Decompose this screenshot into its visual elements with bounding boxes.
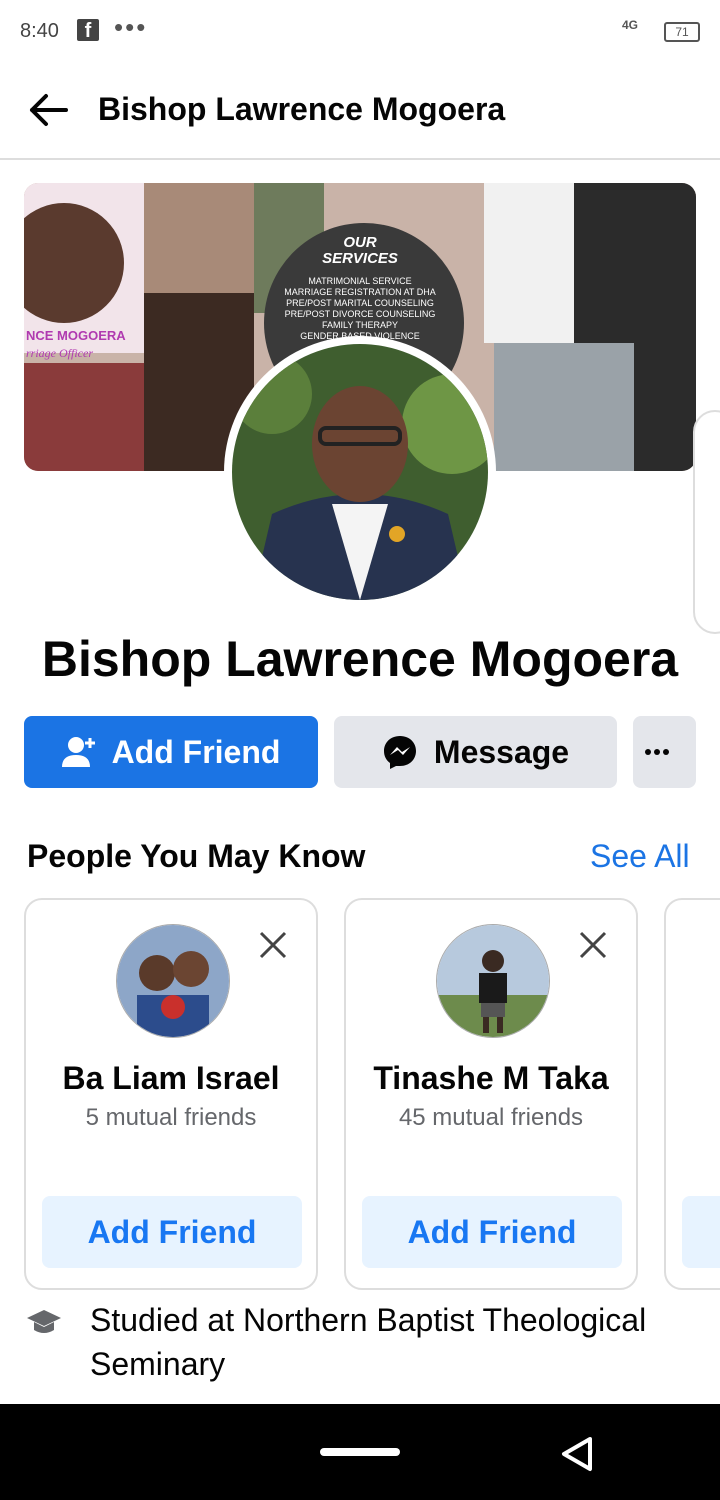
more-notifications-icon: ••• bbox=[114, 12, 148, 42]
home-gesture-bar[interactable] bbox=[320, 1448, 400, 1456]
profile-avatar[interactable] bbox=[224, 336, 496, 608]
battery-indicator: 71 bbox=[664, 22, 700, 42]
suggestion-card-partial[interactable] bbox=[664, 898, 720, 1290]
suggestion-card[interactable]: Tinashe M Taka 45 mutual friends Add Fri… bbox=[344, 898, 638, 1290]
status-bar: 8:40 f ••• 4G 71 bbox=[0, 0, 720, 64]
svg-text:MARRIAGE REGISTRATION AT DHA: MARRIAGE REGISTRATION AT DHA bbox=[284, 287, 436, 297]
back-triangle-icon[interactable] bbox=[560, 1436, 594, 1472]
suggestion-name[interactable]: Ba Liam Israel bbox=[26, 1060, 316, 1097]
people-you-may-know-title: People You May Know bbox=[27, 838, 366, 874]
facebook-icon: f bbox=[77, 19, 99, 42]
svg-text:PRE/POST MARITAL COUNSELING: PRE/POST MARITAL COUNSELING bbox=[286, 298, 434, 308]
graduation-cap-icon bbox=[27, 1310, 61, 1333]
close-icon[interactable] bbox=[256, 928, 290, 962]
suggestion-name[interactable]: Tinashe M Taka bbox=[346, 1060, 636, 1097]
suggestion-add-friend-button[interactable]: Add Friend bbox=[42, 1196, 302, 1268]
svg-text:NCE MOGOERA: NCE MOGOERA bbox=[26, 328, 126, 343]
side-scroll-handle[interactable] bbox=[693, 410, 720, 634]
suggestion-avatar[interactable] bbox=[436, 924, 550, 1038]
svg-text:FAMILY THERAPY: FAMILY THERAPY bbox=[322, 320, 398, 330]
suggestion-card[interactable]: Ba Liam Israel 5 mutual friends Add Frie… bbox=[24, 898, 318, 1290]
education-info: Studied at Northern Baptist Theological … bbox=[0, 1296, 720, 1396]
suggestion-add-friend-button[interactable]: Add Friend bbox=[362, 1196, 622, 1268]
profile-photo bbox=[232, 344, 488, 600]
message-button[interactable]: Message bbox=[334, 716, 617, 788]
arrow-left-icon[interactable] bbox=[26, 92, 70, 128]
suggestion-avatar[interactable] bbox=[116, 924, 230, 1038]
add-friend-button[interactable]: Add Friend bbox=[24, 716, 318, 788]
add-person-icon bbox=[61, 737, 95, 767]
svg-text:OUR: OUR bbox=[343, 234, 377, 251]
see-all-link[interactable]: See All bbox=[590, 838, 690, 875]
system-nav-bar bbox=[0, 1404, 720, 1500]
network-indicator: 4G bbox=[622, 18, 639, 32]
page-title: Bishop Lawrence Mogoera bbox=[98, 91, 506, 127]
svg-text:SERVICES: SERVICES bbox=[322, 250, 398, 267]
more-dots-icon bbox=[644, 749, 669, 755]
top-app-bar: Bishop Lawrence Mogoera bbox=[0, 64, 720, 160]
svg-text:rriage Officer: rriage Officer bbox=[26, 346, 93, 360]
svg-text:MATRIMONIAL SERVICE: MATRIMONIAL SERVICE bbox=[308, 276, 411, 286]
svg-text:PRE/POST DIVORCE COUNSELING: PRE/POST DIVORCE COUNSELING bbox=[285, 309, 436, 319]
suggestion-add-friend-button[interactable] bbox=[682, 1196, 720, 1268]
mutual-friends-count: 5 mutual friends bbox=[85, 1104, 257, 1131]
messenger-icon bbox=[383, 736, 416, 769]
close-icon[interactable] bbox=[576, 928, 610, 962]
message-label: Message bbox=[433, 733, 570, 770]
profile-name: Bishop Lawrence Mogoera bbox=[41, 631, 679, 687]
more-options-button[interactable] bbox=[633, 716, 696, 788]
status-time: 8:40 bbox=[20, 20, 59, 42]
education-text: Studied at Northern Baptist Theological … bbox=[90, 1302, 647, 1382]
add-friend-label: Add Friend bbox=[111, 733, 281, 770]
mutual-friends-count: 45 mutual friends bbox=[398, 1104, 584, 1131]
